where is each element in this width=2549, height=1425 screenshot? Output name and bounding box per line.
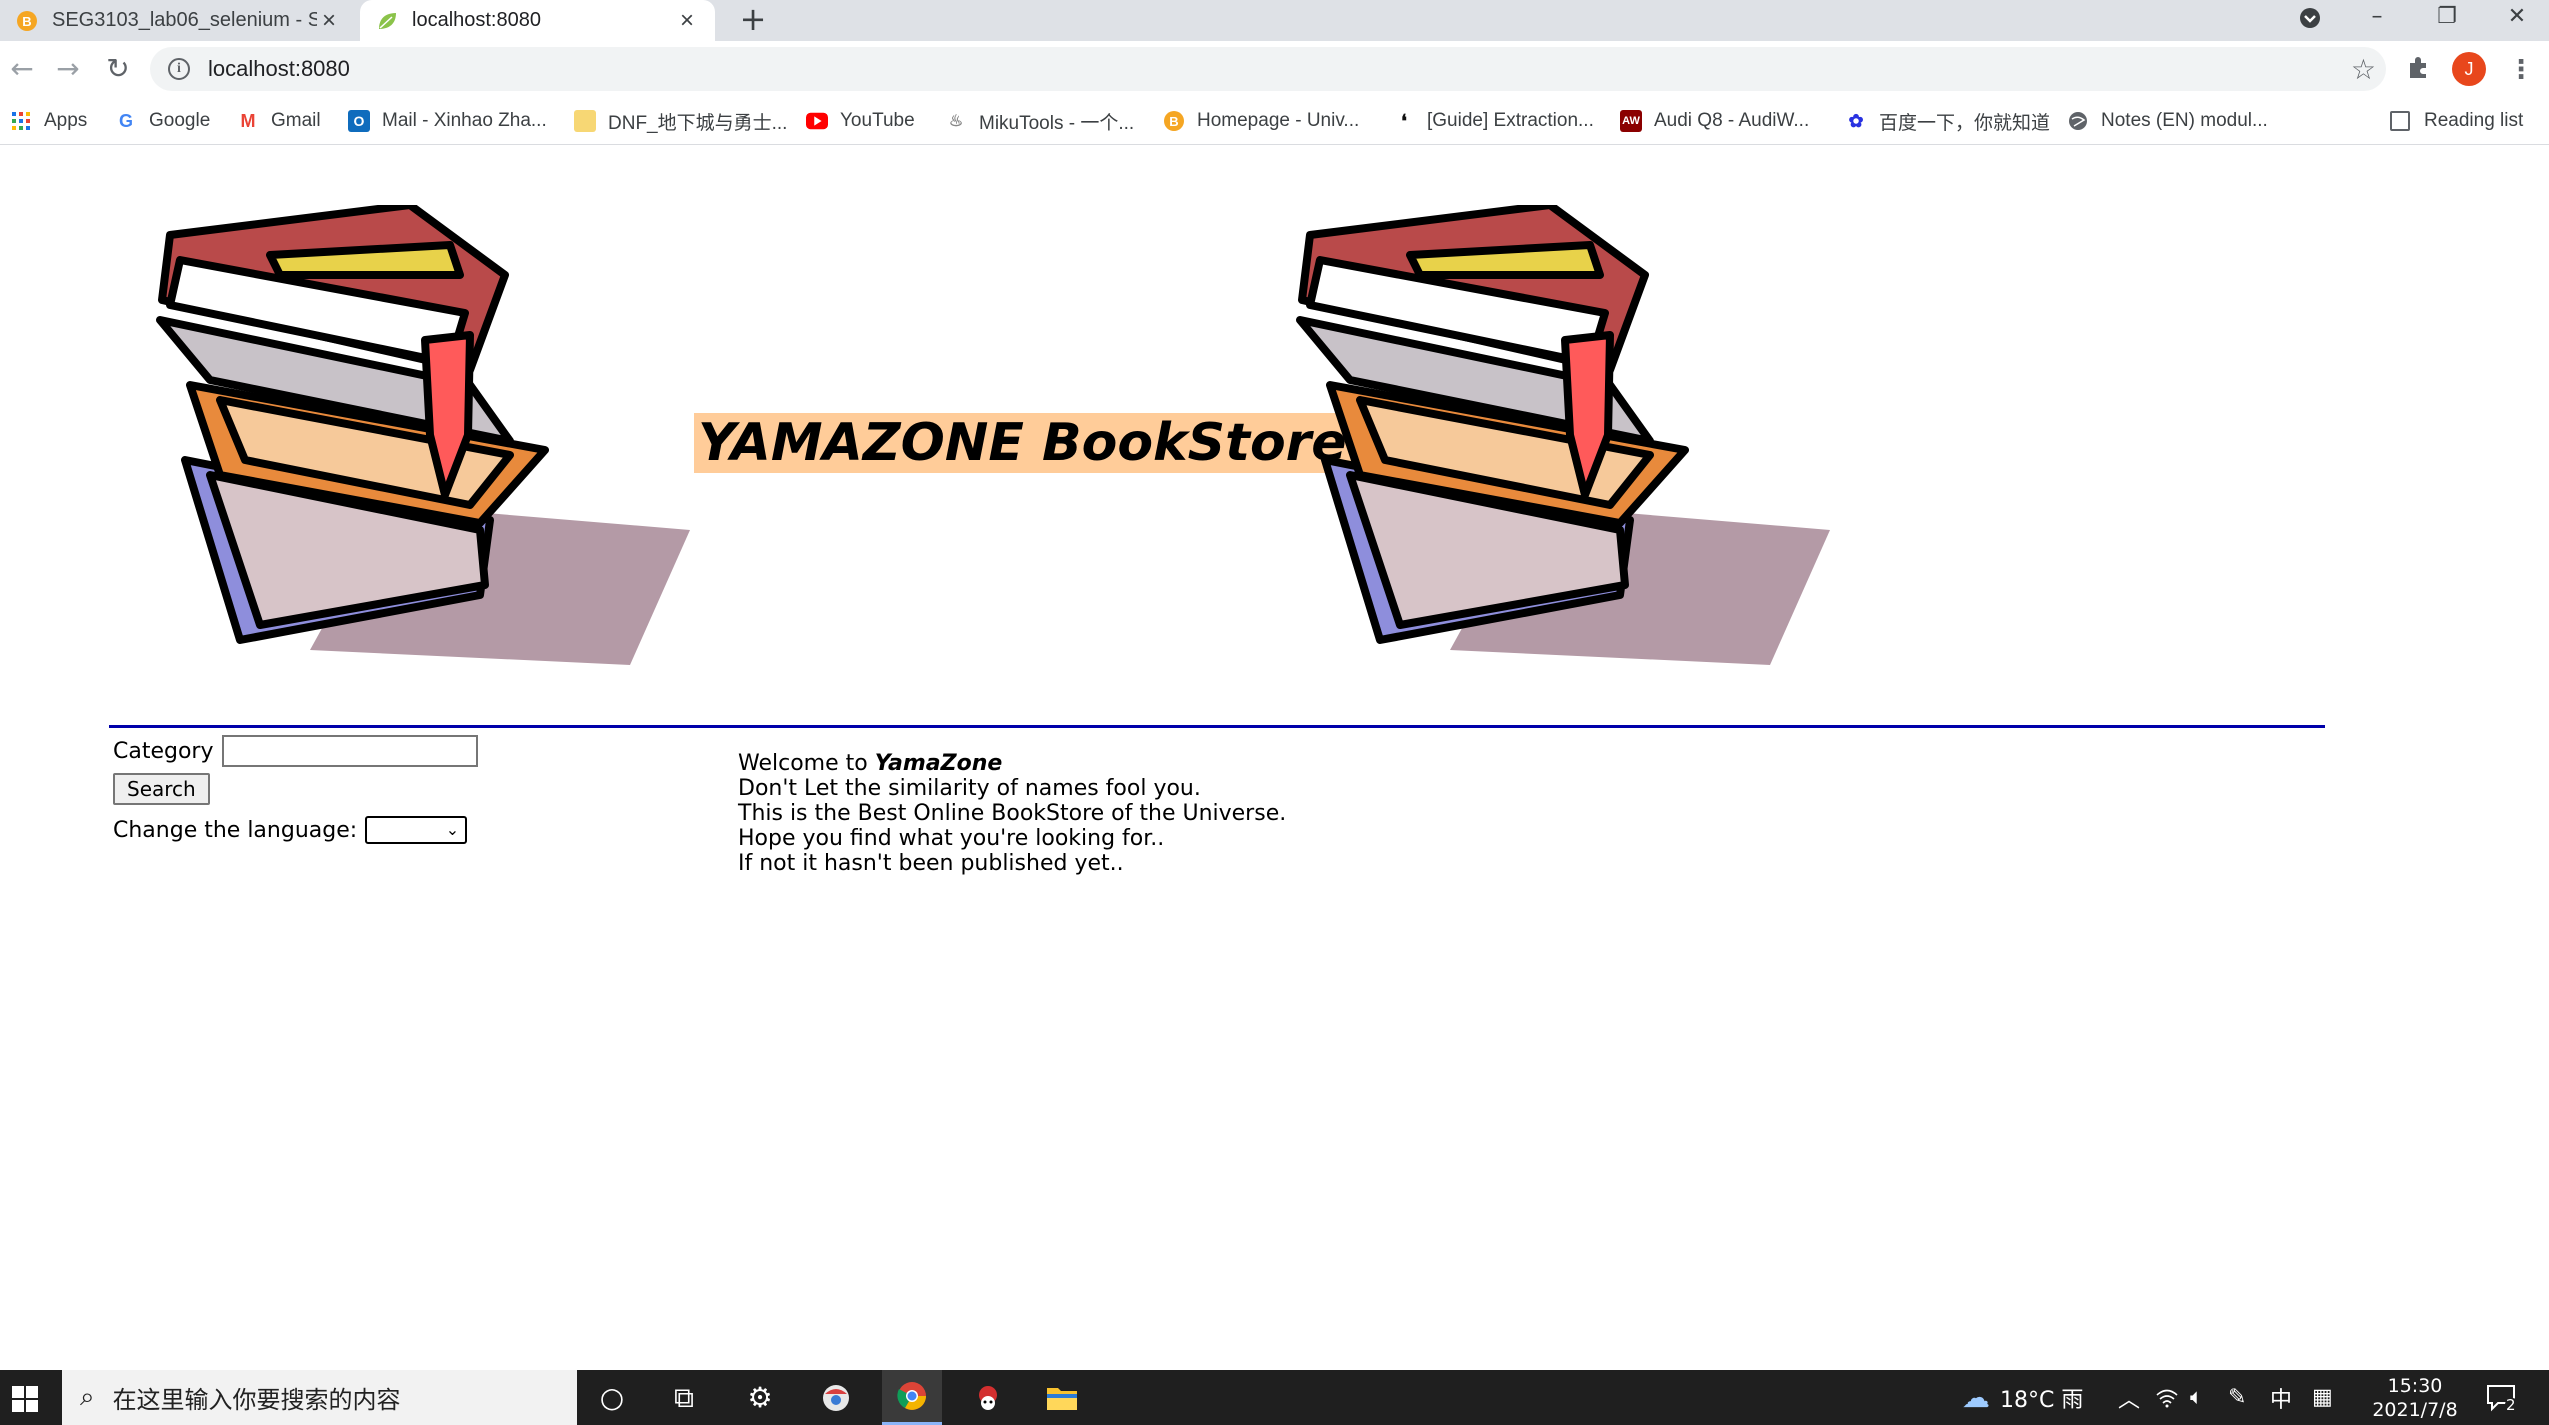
- game-app-icon[interactable]: [958, 1370, 1018, 1425]
- tab-title: localhost:8080: [412, 9, 541, 31]
- search-button[interactable]: Search: [113, 773, 210, 805]
- youtube-icon: [806, 110, 828, 132]
- back-icon[interactable]: ←: [2, 49, 42, 89]
- bookmark-star-icon[interactable]: ☆: [2351, 53, 2376, 86]
- welcome-message: Welcome to YamaZone Don't Let the simila…: [738, 751, 1286, 876]
- bookmark-mail-xinhao[interactable]: O Mail - Xinhao Zha...: [348, 97, 547, 145]
- welcome-brand: YamaZone: [874, 751, 1003, 776]
- brightspace-favicon-icon: B: [17, 10, 37, 31]
- tab-seg3103[interactable]: B SEG3103_lab06_selenium - SEG ×: [0, 0, 357, 41]
- notification-count: 2: [2506, 1395, 2516, 1414]
- mikutools-icon: ♨: [948, 113, 964, 130]
- windows-start-icon[interactable]: [12, 1386, 38, 1412]
- close-window-icon[interactable]: ✕: [2497, 0, 2537, 41]
- windows-taskbar: ⌕ 在这里输入你要搜索的内容 ○ ⧉ ⚙ ☁ 18°C 雨 ︿ 🔈︎ ✎ 中 ▦…: [0, 1370, 2549, 1425]
- bookmark-mikutools[interactable]: ♨ MikuTools - 一个...: [945, 97, 1134, 145]
- settings-gear-icon[interactable]: ⚙: [730, 1370, 790, 1425]
- bookmark-notes-en[interactable]: Notes (EN) modul...: [2067, 97, 2268, 145]
- welcome-line: This is the Best Online BookStore of the…: [738, 801, 1287, 826]
- clock-date: 2021/7/8: [2372, 1399, 2458, 1421]
- search-icon: ⌕: [80, 1382, 95, 1412]
- language-select[interactable]: ⌄: [365, 816, 468, 844]
- system-clock[interactable]: 15:30 2021/7/8: [2355, 1374, 2475, 1422]
- gmail-icon: M: [240, 110, 256, 131]
- outlook-icon: O: [348, 110, 370, 132]
- search-panel: Category Search Change the language: ⌄: [113, 734, 478, 847]
- new-tab-button[interactable]: +: [738, 0, 768, 41]
- bookmark-guide-extraction[interactable]: ❛ [Guide] Extraction...: [1393, 97, 1594, 145]
- bookmark-baidu[interactable]: ✿ 百度一下，你就知道: [1845, 97, 2050, 145]
- bookmark-google[interactable]: G Google: [115, 97, 210, 145]
- bookmark-audi-q8[interactable]: AW Audi Q8 - AudiW...: [1620, 97, 1809, 145]
- leaf-favicon-icon: [379, 12, 396, 29]
- volume-icon[interactable]: 🔈︎: [2190, 1370, 2203, 1425]
- bookmark-gmail[interactable]: M Gmail: [237, 97, 321, 145]
- welcome-line: Don't Let the similarity of names fool y…: [738, 776, 1201, 801]
- welcome-line: Welcome to YamaZone: [738, 751, 1003, 776]
- category-input[interactable]: [221, 735, 478, 767]
- store-title: YAMAZONE BookStore: [694, 413, 1351, 473]
- address-bar[interactable]: i localhost:8080 ☆: [150, 47, 2386, 91]
- bookmark-homepage-univ[interactable]: B Homepage - Univ...: [1163, 97, 1359, 145]
- welcome-line: Hope you find what you're looking for..: [738, 826, 1165, 851]
- reload-icon[interactable]: ↻: [98, 49, 138, 89]
- forward-icon[interactable]: →: [48, 49, 88, 89]
- chevron-down-icon: ⌄: [445, 820, 460, 839]
- tab-search-icon[interactable]: [2290, 0, 2330, 41]
- file-explorer-icon[interactable]: [1032, 1370, 1092, 1425]
- bookmark-dnf[interactable]: DNF_地下城与勇士...: [574, 97, 787, 145]
- clock-time: 15:30: [2387, 1375, 2443, 1397]
- header-divider: [109, 725, 2325, 728]
- app-icon[interactable]: [806, 1370, 866, 1425]
- reading-list-icon: [2390, 111, 2410, 131]
- welcome-line: If not it hasn't been published yet..: [738, 851, 1124, 876]
- task-view-icon[interactable]: ⧉: [654, 1370, 714, 1425]
- tab-localhost[interactable]: localhost:8080 ×: [360, 0, 715, 41]
- pen-icon[interactable]: ✎: [2228, 1370, 2246, 1425]
- minimize-icon[interactable]: –: [2357, 0, 2397, 41]
- cortana-icon[interactable]: ○: [582, 1370, 642, 1425]
- address-url: localhost:8080: [208, 56, 350, 81]
- category-label: Category: [113, 738, 214, 764]
- guide-icon: ❛: [1401, 110, 1407, 131]
- brightspace-icon: B: [1163, 110, 1185, 132]
- bookmark-youtube[interactable]: YouTube: [806, 97, 915, 145]
- bookmark-apps[interactable]: Apps: [10, 97, 87, 145]
- wifi-icon[interactable]: [2156, 1370, 2178, 1425]
- keyboard-layout-icon[interactable]: ▦: [2312, 1370, 2333, 1425]
- close-tab-icon[interactable]: ×: [317, 7, 341, 35]
- menu-kebab-icon[interactable]: ⋮: [2508, 55, 2534, 85]
- weather-widget[interactable]: ☁ 18°C 雨: [1962, 1370, 2083, 1425]
- globe-icon: [2067, 110, 2089, 132]
- browser-toolbar: ← → ↻ i localhost:8080 ☆ J ⋮: [0, 41, 2549, 97]
- tab-strip: B SEG3103_lab06_selenium - SEG × localho…: [0, 0, 2549, 41]
- reading-list-button[interactable]: Reading list: [2390, 97, 2523, 145]
- rain-cloud-icon: ☁: [1962, 1381, 1990, 1414]
- chrome-icon[interactable]: [882, 1370, 942, 1425]
- apps-grid-icon: [10, 110, 32, 132]
- close-tab-icon[interactable]: ×: [675, 7, 699, 35]
- language-label: Change the language:: [113, 817, 358, 843]
- book-stack-left-image: [156, 205, 690, 665]
- site-info-icon[interactable]: i: [168, 58, 190, 80]
- show-hidden-icons-chevron-icon[interactable]: ︿: [2118, 1370, 2140, 1425]
- profile-avatar[interactable]: J: [2452, 52, 2486, 86]
- svg-text:B: B: [22, 14, 31, 29]
- svg-text:B: B: [1169, 114, 1178, 129]
- google-icon: G: [118, 110, 133, 131]
- tab-title: SEG3103_lab06_selenium - SEG: [52, 9, 317, 31]
- dnf-icon: [574, 110, 596, 132]
- bookmarks-bar: Apps G Google M Gmail O Mail - Xinhao Zh…: [0, 97, 2549, 145]
- restore-icon[interactable]: ❐: [2427, 0, 2467, 41]
- notification-center-icon[interactable]: 2: [2486, 1370, 2519, 1425]
- baidu-icon: ✿: [1848, 110, 1864, 131]
- input-method-indicator[interactable]: 中: [2270, 1370, 2292, 1425]
- book-stack-right-image: [1296, 205, 1830, 665]
- extensions-puzzle-icon[interactable]: [2406, 55, 2432, 88]
- audiworld-icon: AW: [1620, 110, 1642, 132]
- taskbar-search-box[interactable]: ⌕ 在这里输入你要搜索的内容: [62, 1370, 577, 1425]
